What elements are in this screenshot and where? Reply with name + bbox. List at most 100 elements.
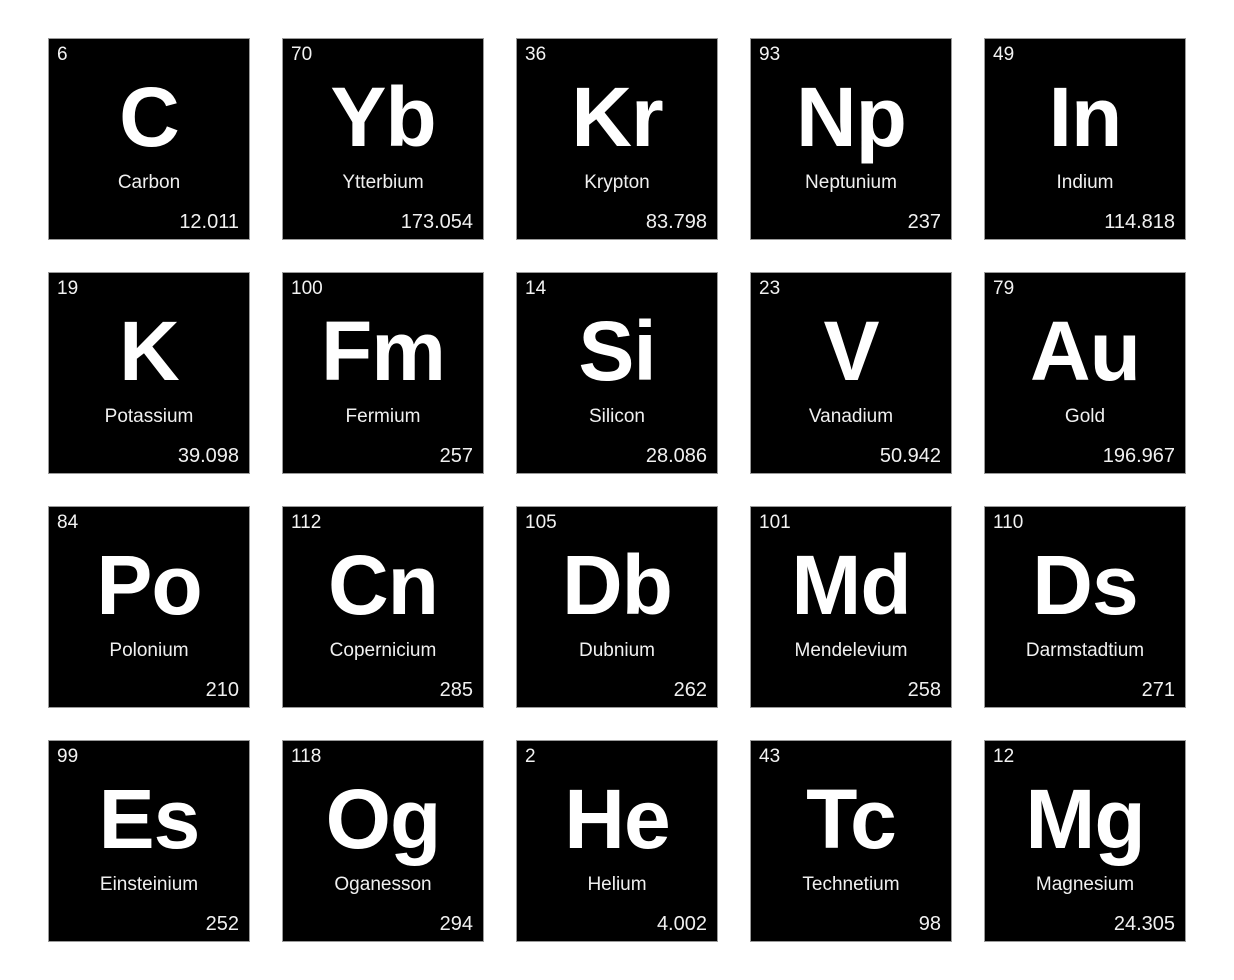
element-tile-db: 105 Db Dubnium 262	[516, 506, 718, 708]
atomic-mass: 24.305	[1113, 913, 1175, 935]
atomic-mass: 294	[439, 913, 473, 935]
element-tile-es: 99 Es Einsteinium 252	[48, 740, 250, 942]
atomic-number: 101	[759, 512, 791, 533]
element-name: Mendelevium	[794, 640, 908, 661]
element-tile-md: 101 Md Mendelevium 258	[750, 506, 952, 708]
atomic-number: 36	[525, 44, 547, 65]
atomic-number: 110	[993, 512, 1024, 533]
element-name: Copernicium	[329, 640, 437, 661]
element-tile-grid: 6 C Carbon 12.011 70 Yb Ytterbium 173.054 36 Kr Kr…	[48, 38, 1186, 942]
atomic-mass: 39.098	[177, 445, 239, 467]
atomic-mass: 258	[907, 679, 941, 701]
element-name: Indium	[1056, 172, 1114, 193]
atomic-mass: 83.798	[645, 211, 707, 233]
element-tile-tc: 43 Tc Technetium 98	[750, 740, 952, 942]
atomic-number: 84	[57, 512, 79, 533]
element-tile-v: 23 V Vanadium 50.942	[750, 272, 952, 474]
element-name: Ytterbium	[342, 172, 424, 193]
atomic-number: 14	[525, 278, 547, 299]
atomic-number: 112	[291, 512, 322, 533]
element-tile-ds: 110 Ds Darmstadtium 271	[984, 506, 1186, 708]
atomic-mass: 252	[205, 913, 239, 935]
element-tile-si: 14 Si Silicon 28.086	[516, 272, 718, 474]
element-name: Darmstadtium	[1025, 640, 1145, 661]
atomic-number: 93	[759, 44, 781, 65]
atomic-mass: 262	[673, 679, 707, 701]
atomic-mass: 271	[1141, 679, 1175, 701]
element-tile-po: 84 Po Polonium 210	[48, 506, 250, 708]
atomic-number: 118	[291, 746, 322, 767]
element-symbol: Fm	[321, 304, 446, 398]
element-symbol: He	[564, 772, 670, 866]
element-symbol: Kr	[571, 70, 663, 164]
element-tile-np: 93 Np Neptunium 237	[750, 38, 952, 240]
element-tile-yb: 70 Yb Ytterbium 173.054	[282, 38, 484, 240]
atomic-mass: 12.011	[179, 211, 239, 233]
element-symbol: Es	[98, 772, 201, 866]
element-symbol: Si	[578, 304, 656, 398]
atomic-mass: 4.002	[656, 913, 707, 935]
element-name: Krypton	[584, 172, 650, 193]
atomic-number: 99	[57, 746, 79, 767]
atomic-number: 19	[57, 278, 79, 299]
atomic-number: 70	[291, 44, 313, 65]
element-name: Silicon	[589, 406, 645, 427]
element-name: Neptunium	[805, 172, 897, 193]
atomic-number: 79	[993, 278, 1015, 299]
element-symbol: In	[1048, 70, 1123, 164]
element-symbol: Au	[1030, 304, 1141, 398]
atomic-number: 2	[525, 746, 536, 767]
atomic-mass: 50.942	[879, 445, 941, 467]
element-tile-au: 79 Au Gold 196.967	[984, 272, 1186, 474]
element-tile-cn: 112 Cn Copernicium 285	[282, 506, 484, 708]
element-name: Magnesium	[1035, 874, 1135, 895]
atomic-mass: 28.086	[645, 445, 707, 467]
atomic-number: 12	[993, 746, 1015, 767]
element-name: Oganesson	[334, 874, 432, 895]
atomic-mass: 196.967	[1102, 445, 1175, 467]
element-name: Dubnium	[578, 640, 656, 661]
atomic-number: 100	[291, 278, 323, 299]
atomic-mass: 237	[907, 211, 941, 233]
atomic-mass: 285	[439, 679, 473, 701]
element-name: Fermium	[345, 406, 421, 427]
element-name: Gold	[1064, 406, 1106, 427]
element-name: Carbon	[117, 172, 181, 193]
atomic-mass: 257	[439, 445, 473, 467]
element-symbol: C	[119, 70, 180, 164]
element-tile-he: 2 He Helium 4.002	[516, 740, 718, 942]
element-tile-c: 6 C Carbon 12.011	[48, 38, 250, 240]
atomic-mass: 210	[205, 679, 239, 701]
element-symbol: Md	[791, 538, 911, 632]
atomic-number: 105	[525, 512, 557, 533]
element-tile-og: 118 Og Oganesson 294	[282, 740, 484, 942]
element-symbol: Yb	[330, 70, 436, 164]
element-name: Einsteinium	[99, 874, 199, 895]
element-name: Potassium	[104, 406, 194, 427]
element-tile-k: 19 K Potassium 39.098	[48, 272, 250, 474]
element-tile-in: 49 In Indium 114.818	[984, 38, 1186, 240]
atomic-number: 6	[57, 44, 68, 65]
atomic-mass: 114.818	[1104, 211, 1175, 233]
element-symbol: Og	[325, 772, 442, 866]
atomic-number: 43	[759, 746, 781, 767]
element-name: Helium	[587, 874, 647, 895]
element-name: Technetium	[802, 874, 900, 895]
element-symbol: Db	[562, 538, 673, 632]
element-tile-mg: 12 Mg Magnesium 24.305	[984, 740, 1186, 942]
element-tile-kr: 36 Kr Krypton 83.798	[516, 38, 718, 240]
element-name: Vanadium	[808, 406, 894, 427]
atomic-mass: 98	[918, 913, 941, 935]
element-symbol: Mg	[1025, 772, 1145, 866]
element-name: Polonium	[109, 640, 189, 661]
element-symbol: Tc	[806, 772, 897, 866]
element-symbol: Po	[96, 538, 202, 632]
element-tile-fm: 100 Fm Fermium 257	[282, 272, 484, 474]
element-symbol: V	[823, 304, 879, 398]
element-symbol: Np	[796, 70, 907, 164]
element-symbol: Cn	[328, 538, 439, 632]
element-symbol: K	[119, 304, 180, 398]
element-symbol: Ds	[1032, 538, 1138, 632]
atomic-number: 49	[993, 44, 1015, 65]
atomic-number: 23	[759, 278, 781, 299]
